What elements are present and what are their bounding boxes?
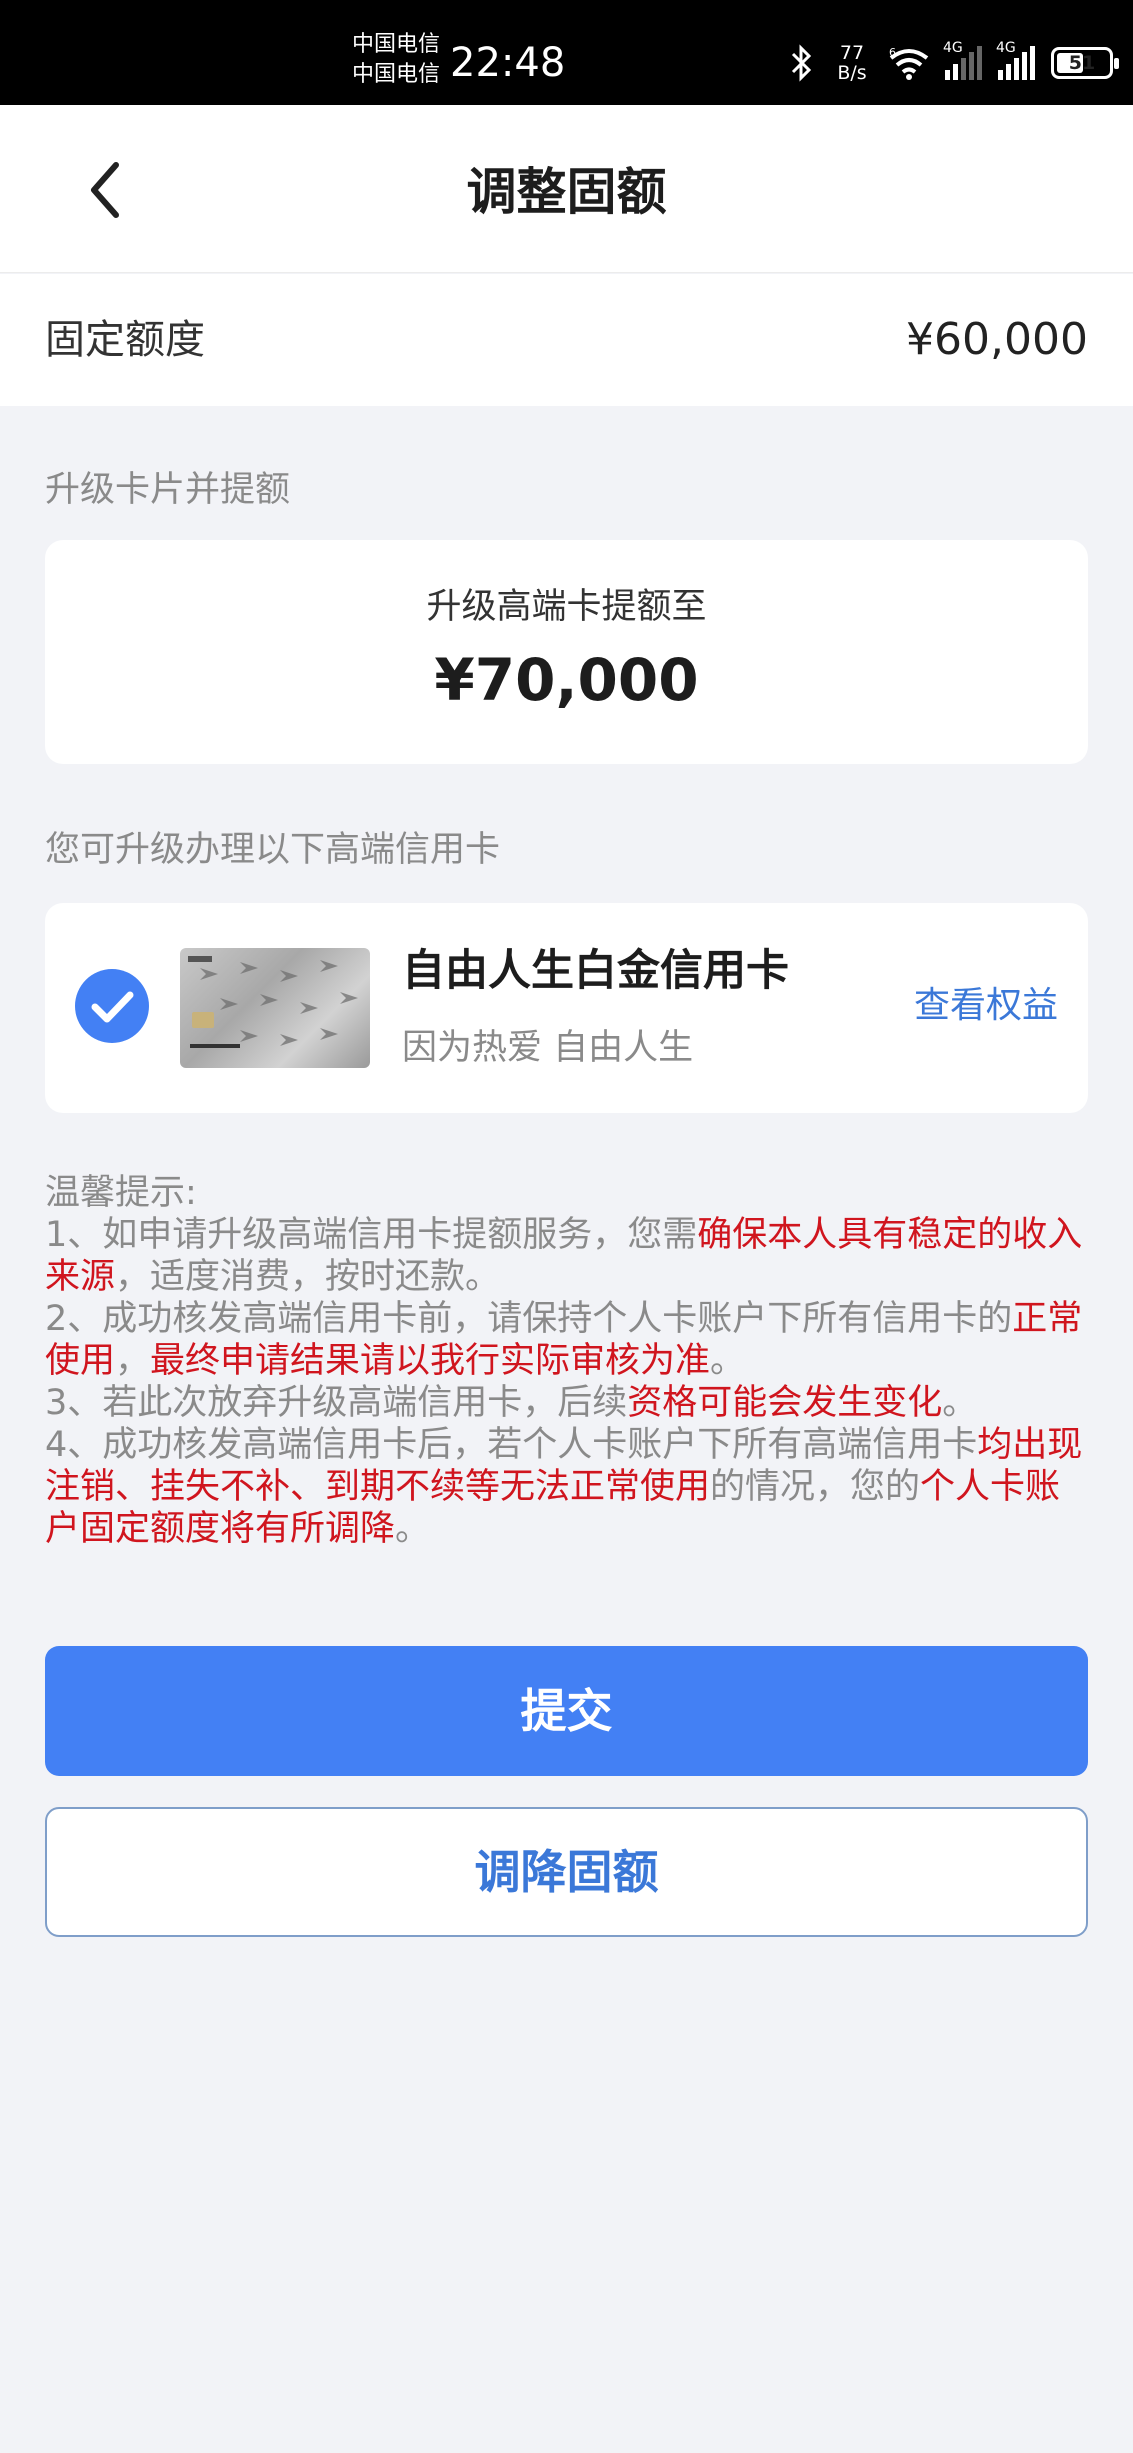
clock: 22:48	[450, 40, 566, 86]
carrier-labels: 中国电信 中国电信	[352, 30, 440, 90]
card-option[interactable]: 自由人生白金信用卡 因为热爱 自由人生 查看权益	[45, 903, 1088, 1113]
signal-1-icon: 4G	[943, 40, 982, 80]
wifi-icon: 6	[889, 46, 929, 80]
battery-level: 51	[1068, 52, 1096, 74]
tip-2: 2、成功核发高端信用卡前，请保持个人卡账户下所有信用卡的正常使用，最终申请结果请…	[45, 1299, 1083, 1381]
checked-icon[interactable]	[75, 969, 149, 1043]
signal-2-icon: 4G	[996, 40, 1035, 80]
battery-icon: 51	[1051, 47, 1119, 79]
card-bird-pattern-icon	[188, 956, 358, 1048]
wifi-tag: 6	[889, 46, 896, 59]
card-slogan: 因为热爱 自由人生	[402, 1028, 694, 1068]
tip-4: 4、成功核发高端信用卡后，若个人卡账户下所有高端信用卡均出现注销、挂失不补、到期…	[45, 1425, 1083, 1549]
submit-button[interactable]: 提交	[45, 1646, 1088, 1776]
nav-bar: 调整固额	[0, 105, 1133, 273]
upgrade-amount: ¥70,000	[434, 646, 699, 714]
tip-3: 3、若此次放弃升级高端信用卡，后续资格可能会发生变化。	[45, 1383, 978, 1423]
page-title: 调整固额	[466, 163, 667, 221]
card-name: 自由人生白金信用卡	[402, 946, 789, 996]
tip-1: 1、如申请升级高端信用卡提额服务，您需确保本人具有稳定的收入来源，适度消费，按时…	[45, 1215, 1083, 1297]
upgrade-section-label: 升级卡片并提额	[45, 470, 291, 510]
fixed-limit-row: 固定额度 ¥60,000	[0, 274, 1133, 406]
network-speed: 77 B/s	[837, 42, 867, 84]
bluetooth-icon	[791, 44, 812, 82]
credit-card-image	[180, 948, 370, 1068]
carrier-1: 中国电信	[352, 32, 441, 57]
card-section-label: 您可升级办理以下高端信用卡	[45, 830, 501, 870]
carrier-2: 中国电信	[352, 62, 441, 87]
signal-1-tag: 4G	[943, 40, 963, 56]
fixed-limit-label: 固定额度	[45, 317, 205, 363]
upgrade-amount-card: 升级高端卡提额至 ¥70,000	[45, 540, 1088, 764]
tips-heading: 温馨提示:	[45, 1173, 197, 1213]
reduce-limit-button[interactable]: 调降固额	[45, 1807, 1088, 1937]
signal-2-tag: 4G	[996, 40, 1016, 56]
fixed-limit-value: ¥60,000	[906, 314, 1088, 365]
view-benefits-link[interactable]: 查看权益	[914, 981, 1058, 1031]
tips: 温馨提示: 1、如申请升级高端信用卡提额服务，您需确保本人具有稳定的收入来源，适…	[45, 1172, 1095, 1550]
status-bar: 中国电信 中国电信 22:48 77 B/s 6 4G 4G 51	[0, 0, 1133, 105]
status-icons: 77 B/s 6 4G 4G 51	[789, 38, 1119, 88]
upgrade-title: 升级高端卡提额至	[426, 587, 707, 627]
